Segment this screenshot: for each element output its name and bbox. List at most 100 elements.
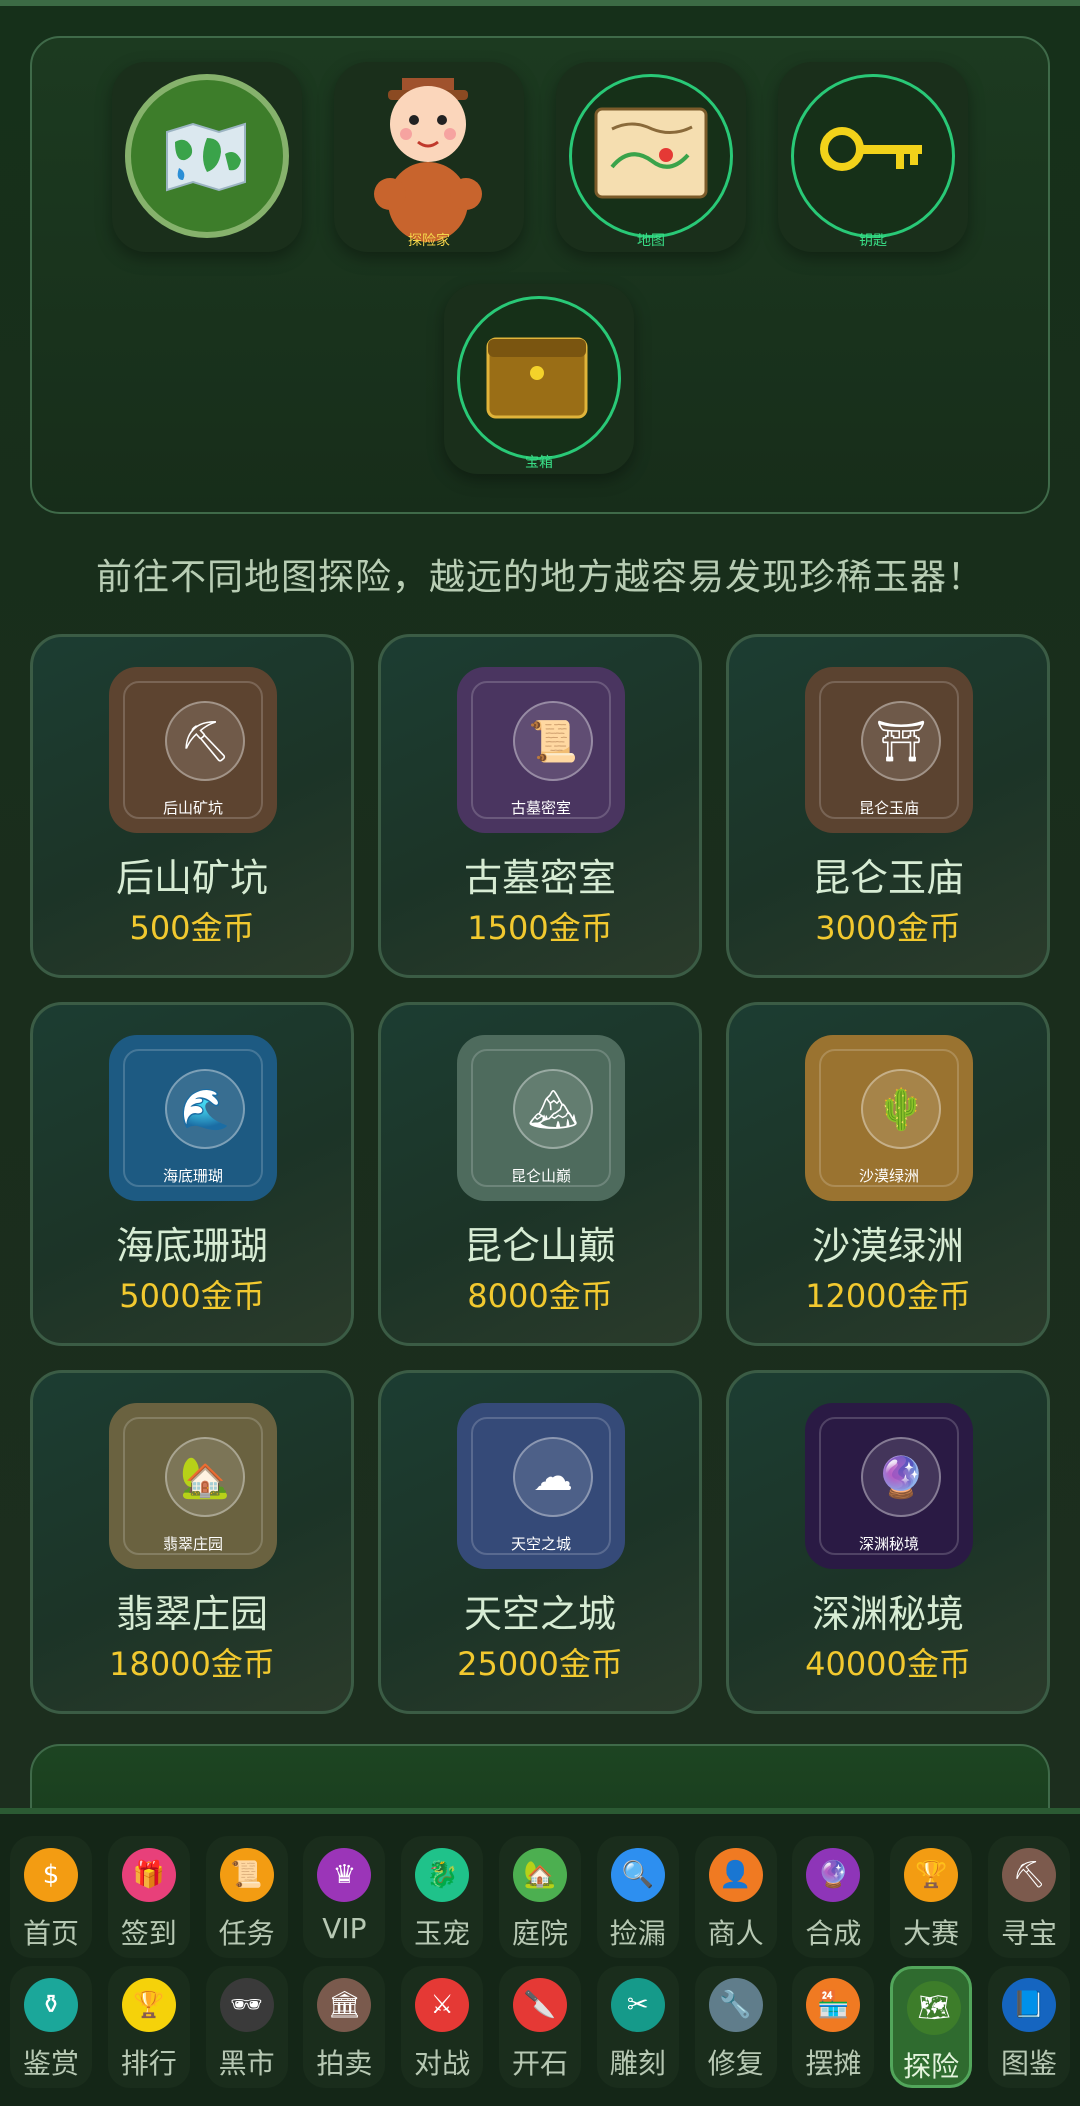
map-card[interactable]: 📜 古墓密室 古墓密室 1500金币	[378, 634, 702, 978]
nav-button-nav-row1-7[interactable]: 👤 商人	[694, 1836, 777, 1958]
nav-button-nav-row1-8[interactable]: 🔮 合成	[792, 1836, 875, 1958]
map-price: 5000金币	[119, 1277, 265, 1315]
map-icon	[594, 107, 708, 199]
nav-button-nav-row2-8[interactable]: 🏪 摆摊	[792, 1966, 875, 2088]
map-slot[interactable]: 地图	[556, 62, 746, 252]
house-icon: 🏡	[165, 1437, 245, 1517]
nav-button-nav-row2-6[interactable]: ✂ 雕刻	[596, 1966, 679, 2088]
map-thumbnail: 🌊 海底珊瑚	[109, 1035, 277, 1201]
map-thumbnail-label: 深渊秘境	[858, 1535, 919, 1553]
map-thumbnail-label: 古墓密室	[510, 799, 571, 817]
map-thumbnail-frame: ⛩ 昆仑玉庙	[819, 681, 959, 819]
map-thumbnail-frame: 🏔 昆仑山巅	[471, 1049, 611, 1187]
map-thumbnail: 🔮 深渊秘境	[805, 1403, 973, 1569]
map-name: 天空之城	[463, 1592, 616, 1636]
scissors-icon: ✂	[610, 1978, 665, 2032]
book-icon: 📘	[1002, 1978, 1056, 2032]
nav-label: 寻宝	[1000, 1917, 1057, 1950]
nav-label: 图鉴	[1000, 2047, 1057, 2080]
map-name: 后山矿坑	[115, 856, 268, 900]
map-card[interactable]: 🏡 翡翠庄园 翡翠庄园 18000金币	[30, 1370, 354, 1714]
world-map-slot[interactable]	[112, 62, 302, 252]
shop-icon: 🏪	[806, 1978, 861, 2032]
pickaxe-icon: ⛏	[1002, 1848, 1056, 1902]
map-price: 3000金币	[815, 909, 961, 947]
nav-button-nav-row2-4[interactable]: ⚔ 对战	[401, 1966, 484, 2088]
map-card[interactable]: 🌊 海底珊瑚 海底珊瑚 5000金币	[30, 1002, 354, 1346]
chest-label: 宝箱	[525, 455, 553, 471]
map-card[interactable]: 🏔 昆仑山巅 昆仑山巅 8000金币	[378, 1002, 702, 1346]
map-price: 12000金币	[805, 1277, 971, 1315]
nav-button-nav-row2-5[interactable]: 🔪 开石	[499, 1966, 581, 2088]
chest-slot[interactable]: 宝箱	[444, 284, 634, 474]
cloud-icon: ☁	[513, 1437, 593, 1517]
gift-icon: 🎁	[121, 1848, 176, 1902]
nav-button-nav-row1-6[interactable]: 🔍 捡漏	[596, 1836, 679, 1958]
map-thumbnail-label: 昆仑玉庙	[858, 799, 919, 817]
nav-button-nav-row2-10[interactable]: 📘 图鉴	[988, 1966, 1070, 2088]
items-panel: 探险家 地图 钥匙 宝箱	[30, 36, 1050, 514]
nav-button-nav-row1-4[interactable]: 🐉 玉宠	[401, 1836, 484, 1958]
map-thumbnail-frame: ☁ 天空之城	[471, 1417, 611, 1555]
map-ring	[569, 74, 733, 238]
map-thumbnail-label: 天空之城	[510, 1535, 571, 1553]
treasure-chest-icon	[486, 337, 588, 419]
nav-label: 探险	[903, 2050, 960, 2083]
nav-button-nav-row1-3[interactable]: ♛ VIP	[303, 1836, 386, 1958]
map-card[interactable]: ⛩ 昆仑玉庙 昆仑玉庙 3000金币	[726, 634, 1050, 978]
nav-button-nav-row1-10[interactable]: ⛏ 寻宝	[988, 1836, 1070, 1958]
map-price: 18000金币	[109, 1645, 275, 1683]
explorer-label: 探险家	[408, 233, 450, 249]
map-card[interactable]: ⛏ 后山矿坑 后山矿坑 500金币	[30, 634, 354, 978]
map-thumbnail-label: 翡翠庄园	[162, 1535, 223, 1553]
vase-icon: ⚱	[24, 1978, 78, 2032]
world-map-ring	[125, 74, 289, 238]
crystal-ball-icon: 🔮	[806, 1848, 861, 1902]
merchant-icon: 👤	[708, 1848, 763, 1902]
pickaxe-icon: ⛏	[165, 701, 245, 781]
map-thumbnail: 🌵 沙漠绿洲	[805, 1035, 973, 1201]
map-thumbnail: 📜 古墓密室	[457, 667, 625, 833]
nav-label: 合成	[805, 1917, 862, 1950]
nav-button-nav-row2-2[interactable]: 🕶 黑市	[205, 1966, 288, 2088]
map-price: 40000金币	[805, 1645, 971, 1683]
nav-label: 黑市	[218, 2047, 275, 2080]
explorer-slot[interactable]: 探险家	[334, 62, 524, 252]
nav-button-nav-row2-1[interactable]: 🏆 排行	[107, 1966, 190, 2088]
map-card[interactable]: ☁ 天空之城 天空之城 25000金币	[378, 1370, 702, 1714]
nav-label: VIP	[322, 1912, 367, 1945]
nav-button-nav-row1-5[interactable]: 🏡 庭院	[499, 1836, 581, 1958]
map-label: 地图	[637, 233, 665, 249]
nav-button-nav-row1-2[interactable]: 📜 任务	[205, 1836, 288, 1958]
money-bag-icon: $	[24, 1848, 78, 1902]
nav-button-nav-row2-9[interactable]: 🗺 探险	[890, 1966, 973, 2088]
sunglasses-icon: 🕶	[219, 1978, 274, 2032]
nav-button-nav-row2-3[interactable]: 🏛 拍卖	[303, 1966, 386, 2088]
map-icon: 🗺	[907, 1981, 962, 2035]
map-thumbnail-frame: 🌊 海底珊瑚	[123, 1049, 263, 1187]
key-ring	[791, 74, 955, 238]
top-divider	[0, 0, 1080, 6]
nav-button-nav-row1-9[interactable]: 🏆 大赛	[890, 1836, 973, 1958]
nav-button-nav-row1-0[interactable]: $ 首页	[10, 1836, 92, 1958]
explorer-icon	[374, 78, 482, 242]
map-card[interactable]: 🔮 深渊秘境 深渊秘境 40000金币	[726, 1370, 1050, 1714]
nav-label: 排行	[120, 2047, 177, 2080]
nav-button-nav-row2-0[interactable]: ⚱ 鉴赏	[10, 1966, 92, 2088]
knife-icon: 🔪	[513, 1978, 567, 2032]
nav-button-nav-row1-1[interactable]: 🎁 签到	[107, 1836, 190, 1958]
map-name: 翡翠庄园	[115, 1592, 268, 1636]
map-price: 1500金币	[467, 909, 613, 947]
key-icon	[820, 127, 922, 171]
map-thumbnail: ⛏ 后山矿坑	[109, 667, 277, 833]
trophy-icon: 🏆	[904, 1848, 959, 1902]
map-thumbnail: 🏔 昆仑山巅	[457, 1035, 625, 1201]
key-slot[interactable]: 钥匙	[778, 62, 968, 252]
map-thumbnail-frame: 🔮 深渊秘境	[819, 1417, 959, 1555]
crossed-swords-icon: ⚔	[415, 1978, 470, 2032]
nav-label: 摆摊	[805, 2047, 862, 2080]
nav-button-nav-row2-7[interactable]: 🔧 修复	[694, 1966, 777, 2088]
crown-icon: ♛	[317, 1848, 372, 1902]
map-card[interactable]: 🌵 沙漠绿洲 沙漠绿洲 12000金币	[726, 1002, 1050, 1346]
trophy-icon: 🏆	[121, 1978, 176, 2032]
